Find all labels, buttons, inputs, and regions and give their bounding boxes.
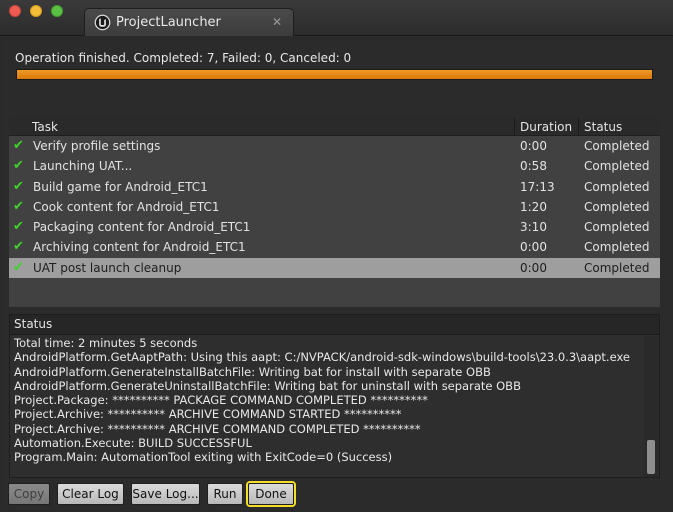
operation-status-text: Operation finished. Completed: 7, Failed…	[15, 51, 352, 65]
log-line: AndroidPlatform.GetAaptPath: Using this …	[14, 350, 630, 365]
check-icon: ✔	[13, 158, 24, 174]
task-name: Launching UAT...	[33, 159, 133, 174]
task-name: Verify profile settings	[33, 139, 161, 153]
table-row[interactable]: ✔ Launching UAT... 0:58 Completed	[9, 156, 660, 176]
task-status: Completed	[584, 260, 650, 275]
run-button[interactable]: Run	[207, 483, 243, 505]
task-status: Completed	[584, 199, 650, 214]
task-duration: 3:10	[520, 220, 547, 235]
status-log-panel: Status Total time: 2 minutes 5 seconds An…	[9, 314, 660, 478]
check-icon: ✔	[13, 239, 24, 255]
tab-close-icon[interactable]: ✕	[272, 15, 282, 29]
tab-projectlauncher[interactable]: ProjectLauncher ✕	[84, 8, 294, 36]
log-line: Automation.Execute: BUILD SUCCESSFUL	[14, 436, 252, 451]
table-row[interactable]: ✔ Verify profile settings 0:00 Completed	[9, 136, 660, 156]
title-bar: ProjectLauncher ✕	[0, 0, 673, 36]
task-status: Completed	[584, 240, 650, 255]
table-row[interactable]: ✔ Build game for Android_ETC1 17:13 Complet…	[9, 177, 660, 197]
save-log-button[interactable]: Save Log...	[131, 483, 200, 505]
table-row[interactable]: ✔ Cook content for Android_ETC1 1:20 Comple…	[9, 197, 660, 217]
task-name: Build game for Android_ETC1	[33, 179, 208, 194]
check-icon: ✔	[13, 138, 24, 153]
task-duration: 0:00	[520, 139, 547, 153]
task-duration: 0:58	[520, 159, 547, 174]
clear-log-button[interactable]: Clear Log	[57, 483, 124, 505]
check-icon: ✔	[13, 198, 24, 214]
column-header-task[interactable]: Task	[32, 118, 58, 136]
log-line: Program.Main: AutomationTool exiting wit…	[14, 450, 393, 465]
log-scrollbar-thumb[interactable]	[647, 440, 655, 474]
table-row[interactable]: ✔ Archiving content for Android_ETC1 0:00 C…	[9, 237, 660, 257]
task-rows: ✔ Verify profile settings 0:00 Completed ✔ La…	[9, 136, 660, 279]
task-duration: 0:00	[520, 240, 547, 255]
task-status: Completed	[584, 159, 650, 174]
task-name: Cook content for Android_ETC1	[33, 199, 220, 214]
task-name: UAT post launch cleanup	[33, 260, 182, 275]
task-status: Completed	[584, 220, 650, 235]
window-minimize-button[interactable]	[30, 5, 42, 17]
copy-button[interactable]: Copy	[8, 483, 50, 505]
status-header: Status	[10, 315, 659, 335]
log-line: Project.Archive: ********** ARCHIVE COMM…	[14, 407, 402, 422]
task-status: Completed	[584, 179, 650, 194]
task-duration: 17:13	[520, 179, 555, 194]
log-line: AndroidPlatform.GenerateInstallBatchFile…	[14, 364, 491, 379]
tab-title: ProjectLauncher	[116, 15, 221, 30]
check-icon: ✔	[13, 178, 24, 194]
task-duration: 1:20	[520, 199, 547, 214]
task-name: Packaging content for Android_ETC1	[33, 220, 251, 235]
task-table: Task Duration Status ✔ Verify profile set…	[9, 116, 660, 307]
log-line: AndroidPlatform.GenerateUninstallBatchFi…	[14, 378, 521, 393]
check-icon: ✔	[13, 219, 24, 235]
task-duration: 0:00	[520, 260, 547, 275]
task-status: Completed	[584, 139, 650, 153]
window-close-button[interactable]	[9, 5, 21, 17]
status-log: Total time: 2 minutes 5 seconds AndroidPl…	[14, 336, 642, 465]
task-table-header: Task Duration Status	[9, 116, 660, 136]
progress-bar-fill	[17, 70, 652, 79]
done-button[interactable]: Done	[248, 483, 294, 505]
task-name: Archiving content for Android_ETC1	[33, 240, 246, 255]
window-maximize-button[interactable]	[51, 5, 63, 17]
log-line: Total time: 2 minutes 5 seconds	[14, 336, 198, 350]
unreal-logo-icon	[94, 14, 111, 31]
log-line: Project.Archive: ********** ARCHIVE COMM…	[14, 421, 421, 436]
column-header-status[interactable]: Status	[578, 118, 622, 136]
log-line: Project.Package: ********** PACKAGE COMM…	[14, 393, 428, 408]
check-icon: ✔	[13, 259, 24, 275]
launcher-panel: Operation finished. Completed: 7, Failed…	[2, 36, 671, 510]
table-row[interactable]: ✔ UAT post launch cleanup 0:00 Completed	[9, 257, 660, 279]
progress-bar	[16, 69, 653, 80]
column-header-duration[interactable]: Duration	[514, 118, 572, 136]
log-scrollbar[interactable]	[644, 336, 658, 477]
table-row[interactable]: ✔ Packaging content for Android_ETC1 3:10 C…	[9, 217, 660, 237]
